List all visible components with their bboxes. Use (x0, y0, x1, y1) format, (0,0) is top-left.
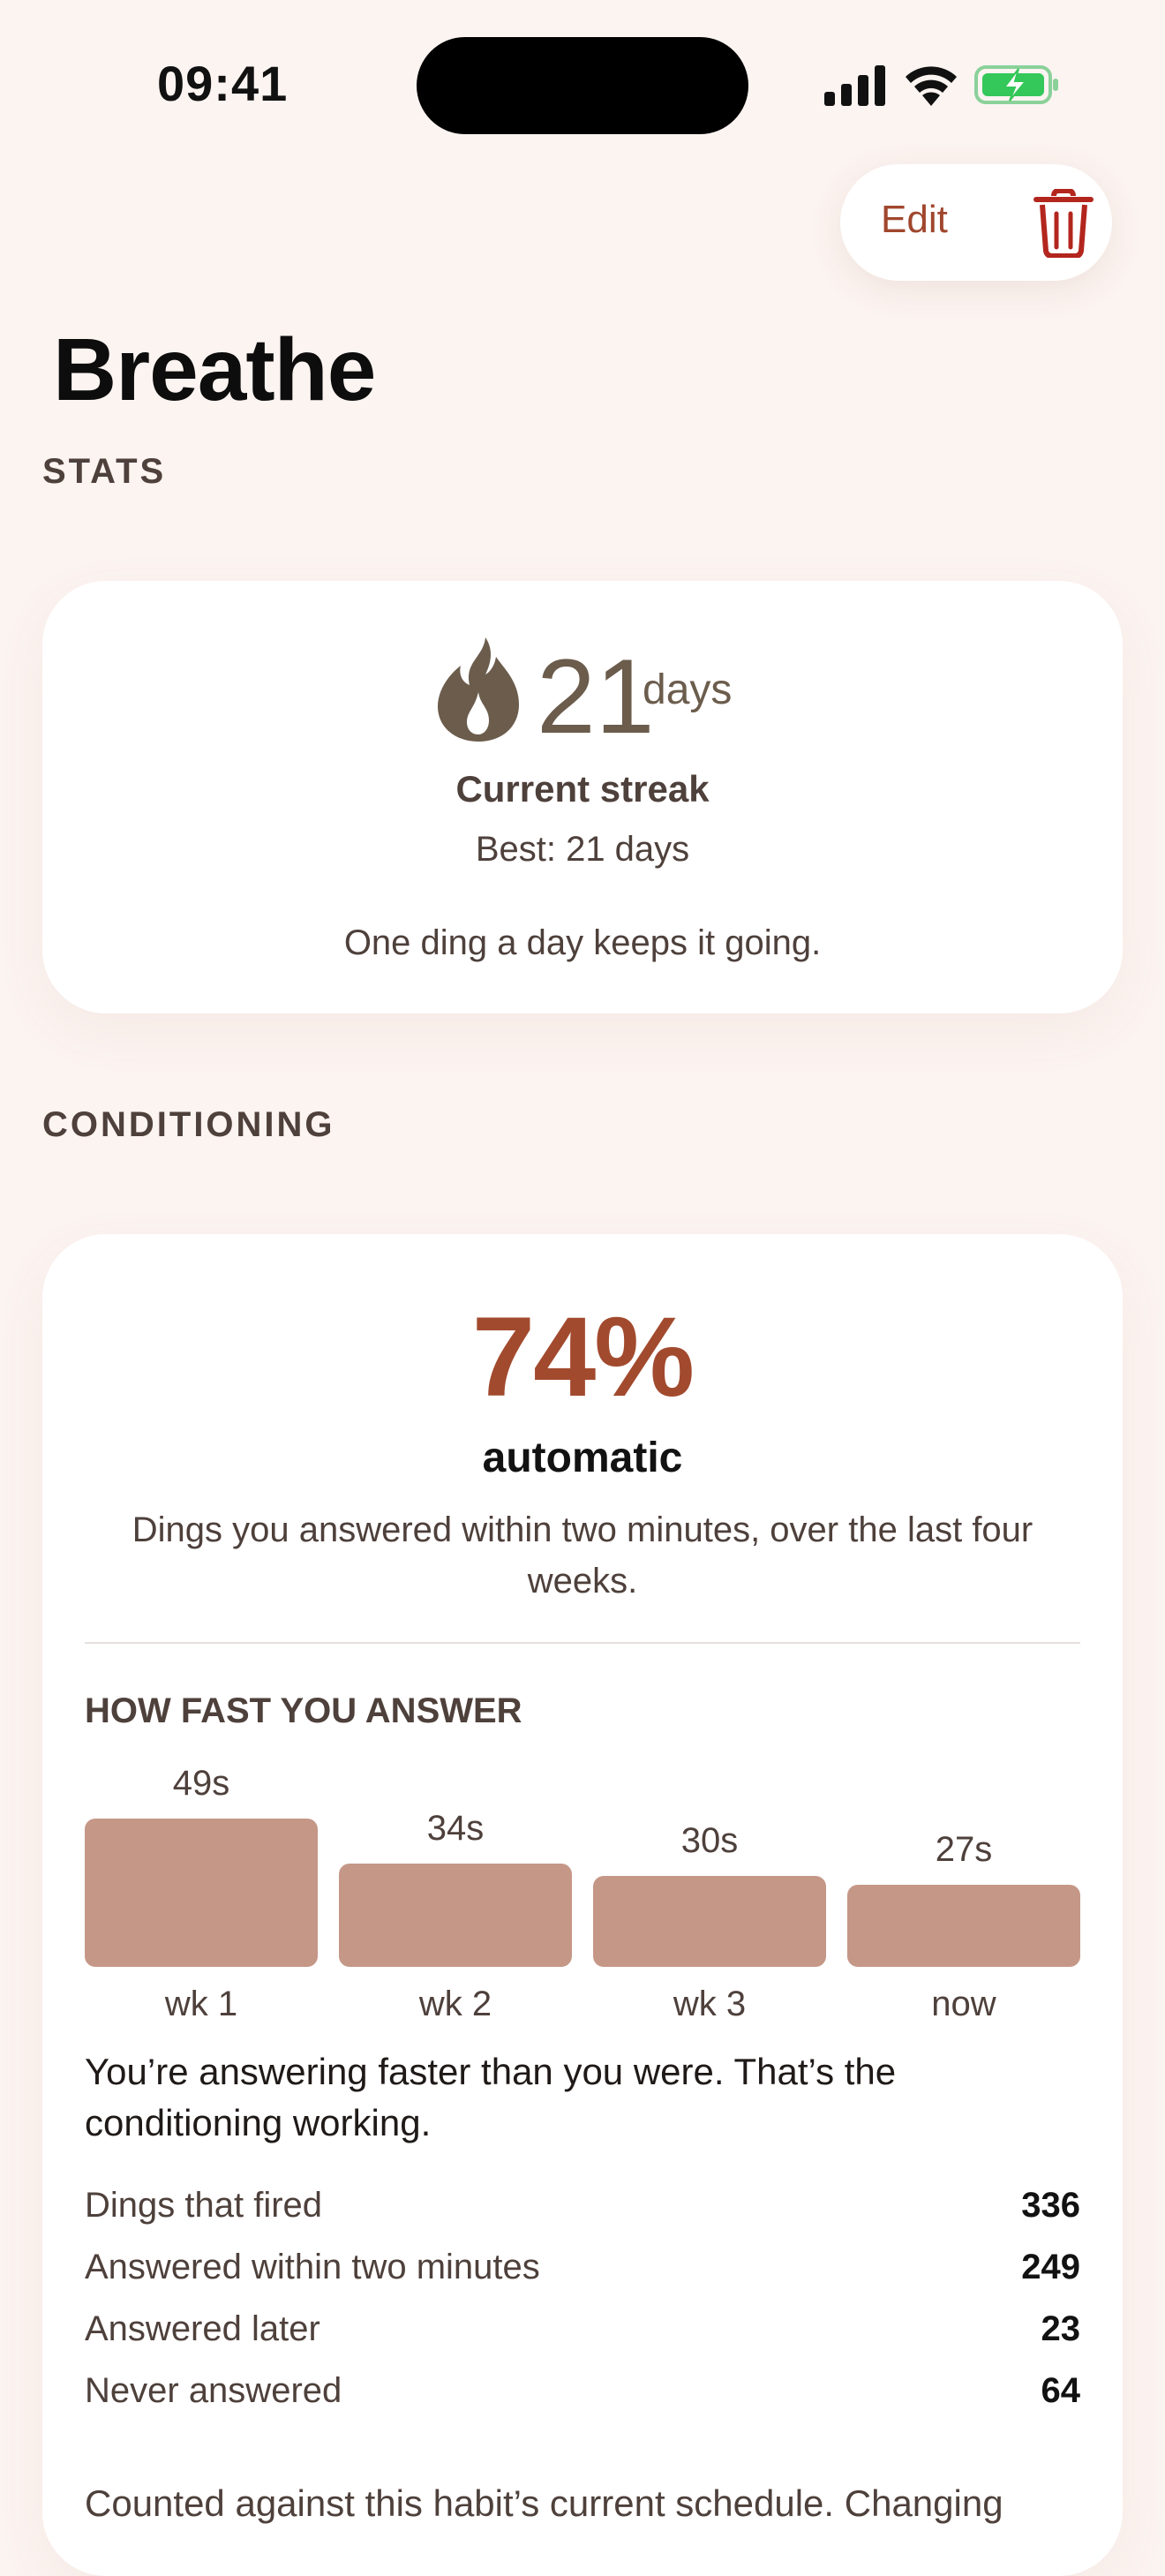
bar-category-label: wk 1 (164, 1985, 238, 2023)
bar-value-label: 30s (680, 1821, 739, 1860)
trash-icon[interactable] (1033, 189, 1094, 258)
status-bar: 09:41 (0, 0, 1165, 168)
stat-row: Dings that fired 336 (85, 2179, 1080, 2241)
page-title: Breathe (53, 320, 376, 419)
bar (593, 1876, 826, 1967)
bar-column: 30s wk 3 (593, 1764, 826, 2037)
cellular-signal-icon (824, 65, 885, 106)
header-actions: Edit (840, 164, 1112, 281)
answer-speed-chart: 49s wk 1 34s wk 2 30s wk 3 27s now (85, 1764, 1080, 2037)
conditioning-card: 74% automatic Dings you answered within … (42, 1234, 1123, 2576)
stat-value: 23 (1041, 2309, 1081, 2348)
bar-value-label: 27s (935, 1830, 993, 1869)
stat-label: Never answered (85, 2371, 342, 2410)
stat-row: Answered within two minutes 249 (85, 2241, 1080, 2302)
streak-caption: Current streak (455, 768, 710, 810)
streak-card: 21 days Current streak Best: 21 days One… (42, 581, 1123, 1013)
dynamic-island (417, 37, 748, 134)
stats-list: Dings that fired 336 Answered within two… (85, 2179, 1080, 2426)
automatic-percent: 74% (471, 1294, 695, 1420)
status-time: 09:41 (157, 56, 289, 111)
flame-icon (438, 637, 519, 742)
stat-label: Dings that fired (85, 2186, 323, 2225)
bar-category-label: wk 3 (673, 1985, 747, 2023)
stat-value: 64 (1041, 2371, 1081, 2410)
bar-column: 27s now (847, 1764, 1080, 2037)
stat-value: 249 (1021, 2248, 1080, 2286)
bar-value-label: 34s (426, 1809, 485, 1848)
stat-label: Answered within two minutes (85, 2248, 540, 2286)
stat-label: Answered later (85, 2309, 320, 2348)
edit-button[interactable]: Edit (881, 198, 948, 242)
answer-speed-label: HOW FAST YOU ANSWER (85, 1691, 522, 1730)
stat-value: 336 (1021, 2186, 1080, 2225)
bar-column: 49s wk 1 (85, 1764, 318, 2037)
automatic-description: Dings you answered within two minutes, o… (132, 1510, 1033, 1601)
section-label-stats: STATS (42, 452, 167, 491)
bar (847, 1885, 1080, 1967)
bar-category-label: wk 2 (418, 1985, 492, 2023)
bar-category-label: now (931, 1985, 996, 2023)
footnote: Counted against this habit’s current sch… (85, 2482, 1003, 2524)
stat-row: Never answered 64 (85, 2364, 1080, 2426)
insight-text: You’re answering faster than you were. T… (85, 2051, 897, 2143)
wifi-icon (906, 66, 957, 106)
streak-value: 21 (537, 637, 655, 756)
bar (85, 1819, 318, 1967)
bar (339, 1864, 572, 1967)
section-label-conditioning: CONDITIONING (42, 1105, 335, 1144)
bar-column: 34s wk 2 (339, 1764, 572, 2037)
streak-note: One ding a day keeps it going. (343, 923, 822, 962)
stat-row: Answered later 23 (85, 2302, 1080, 2364)
battery-charging-icon (974, 65, 1058, 104)
streak-unit: days (643, 667, 733, 713)
divider (85, 1642, 1080, 1644)
streak-best: Best: 21 days (475, 830, 690, 869)
automatic-label: automatic (482, 1435, 683, 1481)
bar-value-label: 49s (172, 1764, 230, 1803)
